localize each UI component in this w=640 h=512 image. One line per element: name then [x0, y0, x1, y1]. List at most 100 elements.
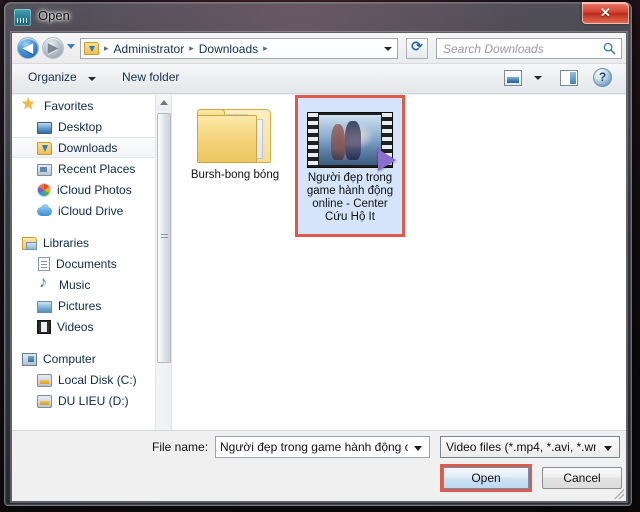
music-icon — [37, 274, 53, 292]
file-name-input[interactable]: Người đẹp trong game hành động o — [215, 436, 430, 458]
videos-icon — [37, 320, 51, 334]
icloud-photos-icon — [37, 183, 51, 197]
breadcrumb-separator[interactable]: ▸ — [101, 43, 112, 54]
address-bar[interactable]: ▸ Administrator ▸ Downloads ▸ — [80, 38, 398, 59]
breadcrumb-downloads[interactable]: Downloads — [197, 42, 260, 56]
sidebar-group-label: Favorites — [44, 98, 94, 113]
downloads-folder-icon — [84, 42, 99, 55]
list-item-folder[interactable]: Bursh-bong bóng — [181, 101, 289, 188]
refresh-icon[interactable] — [406, 38, 428, 59]
sidebar-group-label: Libraries — [43, 235, 90, 250]
window-title: Open — [38, 8, 70, 23]
sidebar-item-local-disk-c[interactable]: Local Disk (C:) — [12, 369, 171, 390]
scrollbar-thumb[interactable] — [157, 113, 171, 363]
downloads-folder-icon — [37, 141, 52, 155]
sidebar-item-label: Music — [59, 277, 91, 292]
scroll-up-arrow-icon[interactable] — [156, 95, 171, 111]
sidebar-item-documents[interactable]: Documents — [12, 253, 171, 274]
open-button-highlight: Open — [440, 464, 532, 492]
list-item-label: Người đẹp trong game hành động online - … — [306, 172, 394, 223]
toolbar: Organize New folder — [12, 64, 626, 94]
navigation-pane: Favorites Desktop Downloads Recent Place… — [12, 95, 172, 466]
sidebar-item-label: DU LIEU (D:) — [58, 393, 129, 408]
dialog-footer: File name: Người đẹp trong game hành độn… — [12, 430, 626, 501]
sidebar-item-label: iCloud Photos — [57, 182, 132, 197]
new-folder-button[interactable]: New folder — [122, 70, 179, 84]
search-icon — [603, 42, 616, 55]
list-item-video-selected[interactable]: Người đẹp trong game hành động online - … — [295, 95, 405, 237]
star-icon — [21, 95, 38, 114]
documents-icon — [38, 257, 50, 271]
cancel-button[interactable]: Cancel — [542, 467, 622, 489]
open-button-label: Open — [471, 471, 501, 485]
sidebar-item-downloads[interactable]: Downloads — [12, 137, 171, 158]
organize-chevron-down-icon[interactable] — [88, 77, 96, 81]
sidebar-item-du-lieu-d[interactable]: DU LIEU (D:) — [12, 390, 171, 411]
sidebar-group-favorites[interactable]: Favorites — [12, 95, 171, 116]
icloud-drive-icon — [37, 204, 52, 218]
video-file-icon — [307, 112, 396, 171]
preview-pane-icon[interactable] — [560, 70, 578, 86]
forward-button[interactable]: ▶ — [42, 37, 64, 59]
sidebar-scrollbar[interactable] — [155, 95, 171, 466]
pictures-icon — [37, 300, 52, 313]
open-button[interactable]: Open — [443, 467, 529, 489]
disk-drive-icon — [37, 394, 52, 408]
search-input[interactable]: Search Downloads — [436, 38, 622, 59]
play-triangle-icon — [378, 149, 396, 171]
sidebar-item-icloud-drive[interactable]: iCloud Drive — [12, 200, 171, 221]
media-player-icon — [14, 9, 31, 26]
change-view-icon[interactable] — [504, 70, 522, 86]
file-type-filter-value: Video files (*.mp4, *.avi, *.wmv, — [446, 440, 596, 454]
sidebar-item-label: Local Disk (C:) — [58, 372, 137, 387]
view-chevron-down-icon[interactable] — [534, 76, 542, 80]
cancel-button-label: Cancel — [563, 471, 601, 485]
breadcrumb-separator[interactable]: ▸ — [186, 43, 197, 54]
recent-pages-chevron-down-icon[interactable] — [67, 44, 75, 49]
open-dialog-window: Open ✕ ◀ ▶ ▸ Administrator ▸ Downloads ▸ — [4, 2, 632, 506]
sidebar-item-label: Downloads — [58, 140, 118, 155]
forward-arrow-icon: ▶ — [48, 40, 58, 55]
list-item-label: Bursh-bong bóng — [190, 169, 280, 181]
desktop-icon — [37, 121, 52, 134]
title-bar: Open ✕ — [5, 2, 631, 33]
back-button[interactable]: ◀ — [17, 37, 39, 59]
close-icon: ✕ — [600, 5, 611, 20]
computer-icon — [22, 352, 37, 366]
file-name-label: File name: — [152, 440, 209, 454]
sidebar-item-label: Pictures — [58, 298, 102, 313]
breadcrumb-administrator[interactable]: Administrator — [112, 42, 187, 56]
sidebar-item-label: Desktop — [58, 119, 103, 134]
sidebar-group-label: Computer — [43, 351, 96, 366]
sidebar-group-libraries[interactable]: Libraries — [12, 232, 171, 253]
sidebar-group-computer[interactable]: Computer — [12, 348, 171, 369]
folder-icon — [197, 105, 273, 165]
file-name-chevron-down-icon[interactable] — [414, 446, 422, 451]
sidebar-item-videos[interactable]: Videos — [12, 316, 171, 337]
back-arrow-icon: ◀ — [23, 40, 33, 55]
sidebar-item-desktop[interactable]: Desktop — [12, 116, 171, 137]
navigation-bar: ◀ ▶ ▸ Administrator ▸ Downloads ▸ Search… — [12, 33, 626, 64]
sidebar-item-icloud-photos[interactable]: iCloud Photos — [12, 179, 171, 200]
dialog-client-area: ◀ ▶ ▸ Administrator ▸ Downloads ▸ Search… — [11, 32, 627, 502]
search-placeholder: Search Downloads — [443, 42, 544, 56]
file-list-view[interactable]: Bursh-bong bóng Người đẹp trong game hàn… — [173, 95, 626, 466]
breadcrumb-separator[interactable]: ▸ — [260, 43, 271, 54]
close-button[interactable]: ✕ — [582, 2, 629, 24]
sidebar-item-pictures[interactable]: Pictures — [12, 295, 171, 316]
sidebar-item-music[interactable]: Music — [12, 274, 171, 295]
file-type-filter-select[interactable]: Video files (*.mp4, *.avi, *.wmv, — [440, 436, 620, 458]
sidebar-item-label: Recent Places — [58, 161, 136, 176]
libraries-icon — [22, 236, 37, 250]
address-chevron-down-icon[interactable] — [384, 47, 392, 51]
disk-drive-icon — [37, 373, 52, 387]
body-split: Favorites Desktop Downloads Recent Place… — [12, 95, 626, 466]
organize-button[interactable]: Organize — [28, 70, 77, 84]
file-type-chevron-down-icon — [604, 446, 612, 451]
sidebar-item-label: Documents — [56, 256, 117, 271]
file-name-value: Người đẹp trong game hành động o — [220, 440, 408, 454]
sidebar-item-recent-places[interactable]: Recent Places — [12, 158, 171, 179]
help-icon[interactable] — [593, 68, 612, 87]
